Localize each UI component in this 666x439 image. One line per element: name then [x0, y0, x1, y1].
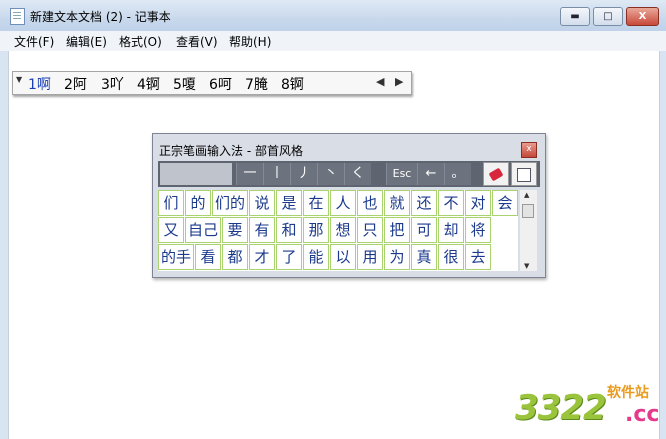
- candidate-bar-handle[interactable]: ▼: [16, 75, 22, 84]
- menu-bar: 文件(F) 编辑(E) 格式(O) 查看(V) 帮助(H): [0, 31, 666, 52]
- candidate-5[interactable]: 5嗄: [173, 74, 196, 94]
- notepad-app-icon: [10, 8, 25, 25]
- ime-stroke-input[interactable]: [160, 163, 232, 185]
- candidate-char-cell[interactable]: 以: [330, 244, 356, 270]
- watermark-site: 软件站: [607, 385, 649, 401]
- menu-format[interactable]: 格式(O): [119, 33, 162, 50]
- stroke-dot-key[interactable]: 丶: [317, 163, 344, 185]
- candidate-prev-icon[interactable]: ◀: [376, 75, 384, 88]
- title-bar: 新建文本文档 (2) - 记事本 ▬ □ X: [0, 0, 666, 32]
- candidate-char-cell[interactable]: 也: [357, 190, 383, 216]
- window-frame-left: [0, 51, 8, 439]
- candidate-char-cell[interactable]: 自己: [185, 217, 221, 243]
- candidate-char-cell[interactable]: 是: [276, 190, 302, 216]
- notepad-button[interactable]: [511, 162, 537, 186]
- ime-close-button[interactable]: x: [521, 142, 537, 158]
- candidate-char-cell[interactable]: 会: [492, 190, 518, 216]
- close-button[interactable]: X: [626, 7, 659, 26]
- period-key[interactable]: 。: [444, 163, 471, 185]
- candidate-next-icon[interactable]: ▶: [395, 75, 403, 88]
- candidate-char-cell[interactable]: 人: [330, 190, 356, 216]
- candidate-char-cell[interactable]: 将: [465, 217, 491, 243]
- candidate-char-cell[interactable]: 不: [438, 190, 464, 216]
- candidate-char-cell[interactable]: 却: [438, 217, 464, 243]
- candidate-char-cell[interactable]: 只: [357, 217, 383, 243]
- esc-key[interactable]: Esc: [386, 163, 417, 185]
- menu-help[interactable]: 帮助(H): [229, 33, 271, 50]
- candidate-char-cell[interactable]: 都: [222, 244, 248, 270]
- candidate-char-cell[interactable]: 为: [384, 244, 410, 270]
- menu-edit[interactable]: 编辑(E): [66, 33, 107, 50]
- candidate-char-cell[interactable]: 很: [438, 244, 464, 270]
- candidate-char-cell[interactable]: 们的: [212, 190, 248, 216]
- scroll-thumb[interactable]: [522, 204, 534, 218]
- candidate-7[interactable]: 7腌: [245, 74, 268, 94]
- eraser-icon: [488, 167, 504, 182]
- candidate-char-cell[interactable]: 了: [276, 244, 302, 270]
- grid-scrollbar[interactable]: ▲ ▼: [519, 190, 537, 271]
- watermark-tld: .cc: [625, 402, 660, 427]
- eraser-button[interactable]: [483, 162, 509, 186]
- candidate-char-cell[interactable]: 对: [465, 190, 491, 216]
- scroll-up-icon[interactable]: ▲: [524, 191, 529, 199]
- candidate-char-cell[interactable]: 用: [357, 244, 383, 270]
- candidate-char-cell[interactable]: 说: [249, 190, 275, 216]
- candidate-char-cell[interactable]: 真: [411, 244, 437, 270]
- stroke-turn-key[interactable]: く: [344, 163, 371, 185]
- scroll-down-icon[interactable]: ▼: [524, 262, 529, 270]
- menu-file[interactable]: 文件(F): [14, 33, 54, 50]
- candidate-char-cell[interactable]: 有: [249, 217, 275, 243]
- candidate-char-cell[interactable]: 就: [384, 190, 410, 216]
- candidate-char-cell[interactable]: 去: [465, 244, 491, 270]
- character-grid: 们的们的说是在人也就还不对会又自己要有和那想只把可却将的手看都才了能以用为真很去: [158, 190, 518, 271]
- watermark-digits: 3322: [515, 388, 607, 428]
- candidate-char-cell[interactable]: 能: [303, 244, 329, 270]
- candidate-char-cell[interactable]: 可: [411, 217, 437, 243]
- candidate-2[interactable]: 2阿: [64, 74, 87, 94]
- candidate-char-cell[interactable]: 还: [411, 190, 437, 216]
- backspace-key[interactable]: ←: [417, 163, 444, 185]
- candidate-char-cell[interactable]: 又: [158, 217, 184, 243]
- window-title: 新建文本文档 (2) - 记事本: [30, 10, 171, 24]
- ime-toolbar: 一 丨 丿 丶 く Esc ← 。: [158, 161, 540, 187]
- candidate-char-cell[interactable]: 的手: [158, 244, 194, 270]
- candidate-4[interactable]: 4锕: [137, 74, 160, 94]
- candidate-char-cell[interactable]: 们: [158, 190, 184, 216]
- candidate-char-cell[interactable]: 把: [384, 217, 410, 243]
- menu-view[interactable]: 查看(V): [176, 33, 218, 50]
- notepad-icon: [517, 168, 531, 182]
- candidate-char-cell[interactable]: 想: [330, 217, 356, 243]
- candidate-char-cell[interactable]: 在: [303, 190, 329, 216]
- stroke-leftfall-key[interactable]: 丿: [290, 163, 317, 185]
- minimize-button[interactable]: ▬: [560, 7, 590, 26]
- candidate-char-cell[interactable]: 那: [303, 217, 329, 243]
- stroke-horizontal-key[interactable]: 一: [236, 163, 263, 185]
- candidate-char-cell[interactable]: 看: [195, 244, 221, 270]
- candidate-char-cell[interactable]: 和: [276, 217, 302, 243]
- candidate-8[interactable]: 8锕: [281, 74, 304, 94]
- maximize-button[interactable]: □: [593, 7, 623, 26]
- candidate-6[interactable]: 6呵: [209, 74, 232, 94]
- ime-panel: 正宗笔画输入法 - 部首风格 x 一 丨 丿 丶 く Esc ← 。 们的们的说…: [152, 133, 546, 278]
- candidate-char-cell[interactable]: 要: [222, 217, 248, 243]
- candidate-char-cell[interactable]: 的: [185, 190, 211, 216]
- site-watermark: 3322 软件站 .cc: [515, 380, 663, 436]
- candidate-1[interactable]: 1啊: [28, 74, 51, 94]
- candidate-char-cell[interactable]: 才: [249, 244, 275, 270]
- candidate-bar: ▼ 1啊 2阿 3吖 4锕 5嗄 6呵 7腌 8锕 ◀ ▶: [12, 71, 412, 95]
- stroke-vertical-key[interactable]: 丨: [263, 163, 290, 185]
- candidate-3[interactable]: 3吖: [101, 74, 124, 94]
- ime-title: 正宗笔画输入法 - 部首风格: [159, 144, 303, 158]
